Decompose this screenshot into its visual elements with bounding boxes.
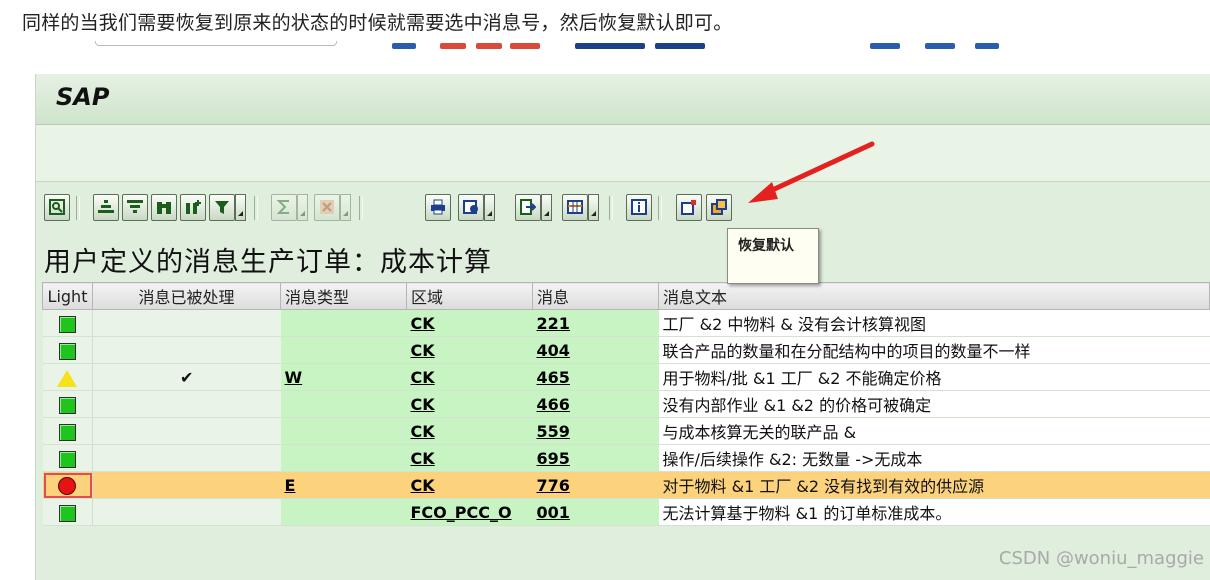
restore-default-tooltip: 恢复默认: [727, 228, 819, 284]
watermark: CSDN @woniu_maggie: [998, 548, 1204, 569]
arrow-shaft: [765, 141, 875, 195]
arrow-head: [748, 182, 778, 203]
annotation-arrow: [748, 141, 875, 203]
